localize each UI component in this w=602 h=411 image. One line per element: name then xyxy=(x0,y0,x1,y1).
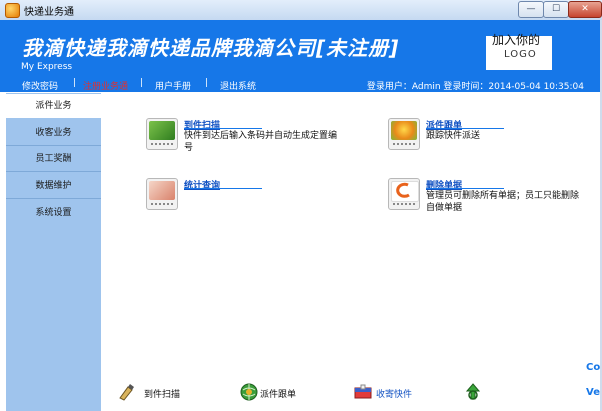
nav-separator: | xyxy=(140,78,144,88)
toolbar-tracking-label: 派件跟单 xyxy=(260,390,297,400)
nav-exit[interactable]: 退出系统 xyxy=(220,79,256,92)
tracking-card-icon[interactable] xyxy=(388,118,420,150)
nav-register[interactable]: 注册业务通 xyxy=(83,79,128,92)
divider xyxy=(426,128,504,129)
delete-card-desc: 管理员可删除所有单据；员工只能删除自做单据 xyxy=(426,191,580,213)
divider xyxy=(184,188,262,189)
leaf-icon xyxy=(149,121,175,140)
sidebar-item-settings[interactable]: 系统设置 xyxy=(6,201,101,225)
sidebar-item-receive[interactable]: 收客业务 xyxy=(6,121,101,146)
brand-subtitle: My Express xyxy=(21,62,73,72)
package-icon xyxy=(354,384,372,399)
scan-card-icon[interactable] xyxy=(146,118,178,150)
logo-subtext: LOGO xyxy=(504,49,537,60)
tracking-card-desc: 跟踪快件派送 xyxy=(426,131,481,141)
flower-icon xyxy=(391,121,417,140)
sidebar-item-rewards[interactable]: 员工奖酬 xyxy=(6,147,101,172)
toolbar-scan-label: 到件扫描 xyxy=(144,390,181,400)
delete-card-icon[interactable] xyxy=(388,178,420,210)
swirl-icon xyxy=(396,182,410,198)
toolbar-receive-label: 收寄快件 xyxy=(376,390,413,400)
recycle-icon xyxy=(465,383,481,400)
brand-title: 我滴快递我滴快递品牌我滴公司[未注册] xyxy=(22,36,400,60)
edge-text-bottom: Ve xyxy=(586,387,600,398)
login-info: 登录用户：Admin 登录时间：2014-05-04 10:35:04 xyxy=(366,82,584,92)
minimize-button[interactable]: — xyxy=(518,1,544,18)
stats-card-icon[interactable] xyxy=(146,178,178,210)
nav-change-password[interactable]: 修改密码 xyxy=(22,79,58,92)
nav-user-manual[interactable]: 用户手册 xyxy=(155,79,191,92)
window-title: 快递业务通 xyxy=(24,7,74,18)
app-icon xyxy=(5,3,20,18)
divider xyxy=(426,188,504,189)
stats-card-title[interactable]: 统计查询 xyxy=(184,178,220,191)
scanner-icon xyxy=(119,384,134,401)
logo-text: 加入你的 xyxy=(492,33,541,47)
divider xyxy=(184,128,262,129)
top-nav: 修改密码 | 注册业务通 | 用户手册 | 退出系统 登录用户：Admin 登录… xyxy=(0,78,602,92)
window-titlebar: 快递业务通 — ☐ ✕ xyxy=(0,0,602,21)
sidebar-item-data[interactable]: 数据维护 xyxy=(6,174,101,199)
nav-separator: | xyxy=(73,78,77,88)
globe-icon xyxy=(240,383,258,401)
scan-card-desc: 快件到达后输入条码并自动生成定置编号 xyxy=(184,131,338,153)
chart-icon xyxy=(149,181,175,200)
nav-separator: | xyxy=(205,78,209,88)
app-header: 我滴快递我滴快递品牌我滴公司[未注册] My Express 加入你的 LOGO… xyxy=(0,20,602,92)
maximize-button[interactable]: ☐ xyxy=(543,1,569,18)
sidebar: 派件业务 收客业务 员工奖酬 数据维护 系统设置 xyxy=(6,93,101,411)
close-button[interactable]: ✕ xyxy=(568,1,602,18)
edge-text-top: Co xyxy=(586,362,601,373)
sidebar-item-dispatch[interactable]: 派件业务 xyxy=(6,94,101,118)
